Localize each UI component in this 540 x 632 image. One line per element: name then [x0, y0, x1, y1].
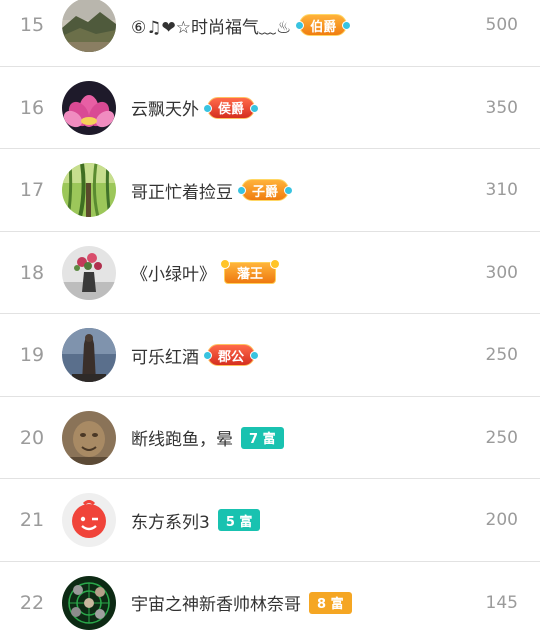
user-name: 云飘天外 [131, 100, 199, 120]
ranking-row[interactable]: 20 断线跑鱼，晕 7 富 250 [0, 397, 540, 479]
king-title-badge: 藩王 [219, 258, 281, 284]
rank-number: 20 [19, 426, 45, 449]
user-name: 哥正忙着捡豆 [131, 182, 233, 203]
score-value: 350 [485, 97, 518, 118]
user-name: 宇宙之神新香帅林奈哥 [131, 595, 301, 615]
ranking-row[interactable]: 17 哥正忙着捡豆 子爵 310 [0, 149, 540, 232]
user-name: ⑥♫❤☆时尚福气﹏♨ [131, 17, 292, 38]
carved-figure-avatar[interactable] [62, 410, 116, 465]
score-value: 250 [485, 345, 518, 365]
rank-number: 16 [19, 96, 45, 119]
user-name: 断线跑鱼，晕 [131, 430, 233, 450]
ranking-row[interactable]: 18 《小绿叶》 藩王 300 [0, 232, 540, 314]
score-value: 310 [485, 180, 518, 200]
red-smiley-avatar[interactable] [62, 493, 116, 547]
user-name: 《小绿叶》 [131, 265, 216, 285]
noble-title-badge: 郡公 [202, 344, 260, 366]
rank-number: 22 [19, 591, 45, 614]
rank-number: 18 [19, 261, 45, 284]
score-value: 145 [485, 592, 518, 613]
wealth-level-badge: 8 富 [309, 591, 352, 614]
score-value: 250 [485, 427, 518, 448]
rank-number: 15 [19, 14, 45, 36]
noble-title-badge: 子爵 [236, 179, 294, 201]
user-name: 可乐红酒 [131, 347, 199, 368]
radar-group-avatar[interactable] [62, 575, 116, 630]
ranking-row[interactable]: 16 云飘天外 侯爵 350 [0, 67, 540, 149]
green-willow-avatar[interactable] [62, 163, 116, 217]
rank-number: 19 [19, 344, 45, 366]
rank-number: 21 [19, 509, 45, 531]
noble-title-badge: 伯爵 [295, 14, 352, 36]
ranking-row[interactable]: 19 可乐红酒 郡公 250 [0, 314, 540, 397]
score-value: 200 [485, 510, 518, 530]
ranking-list: 15 ⑥♫❤☆时尚福气﹏♨ 伯爵 500 16 云飘天外 侯爵 350 17 哥… [0, 0, 540, 632]
wealth-level-badge: 7 富 [241, 426, 284, 449]
mountain-landscape-avatar[interactable] [62, 0, 116, 52]
statue-avatar[interactable] [62, 328, 116, 382]
lotus-flower-avatar[interactable] [62, 80, 116, 135]
flower-vase-avatar[interactable] [62, 245, 116, 300]
ranking-row[interactable]: 15 ⑥♫❤☆时尚福气﹏♨ 伯爵 500 [0, 0, 540, 67]
rank-number: 17 [19, 179, 45, 201]
score-value: 300 [485, 262, 518, 283]
noble-title-badge: 侯爵 [202, 96, 260, 119]
ranking-row[interactable]: 22 宇宙之神新香帅林奈哥 8 富 145 [0, 562, 540, 632]
wealth-level-badge: 5 富 [217, 509, 261, 531]
ranking-row[interactable]: 21 东方系列3 5 富 200 [0, 479, 540, 562]
score-value: 500 [485, 15, 518, 35]
user-name: 东方系列3 [131, 512, 210, 533]
